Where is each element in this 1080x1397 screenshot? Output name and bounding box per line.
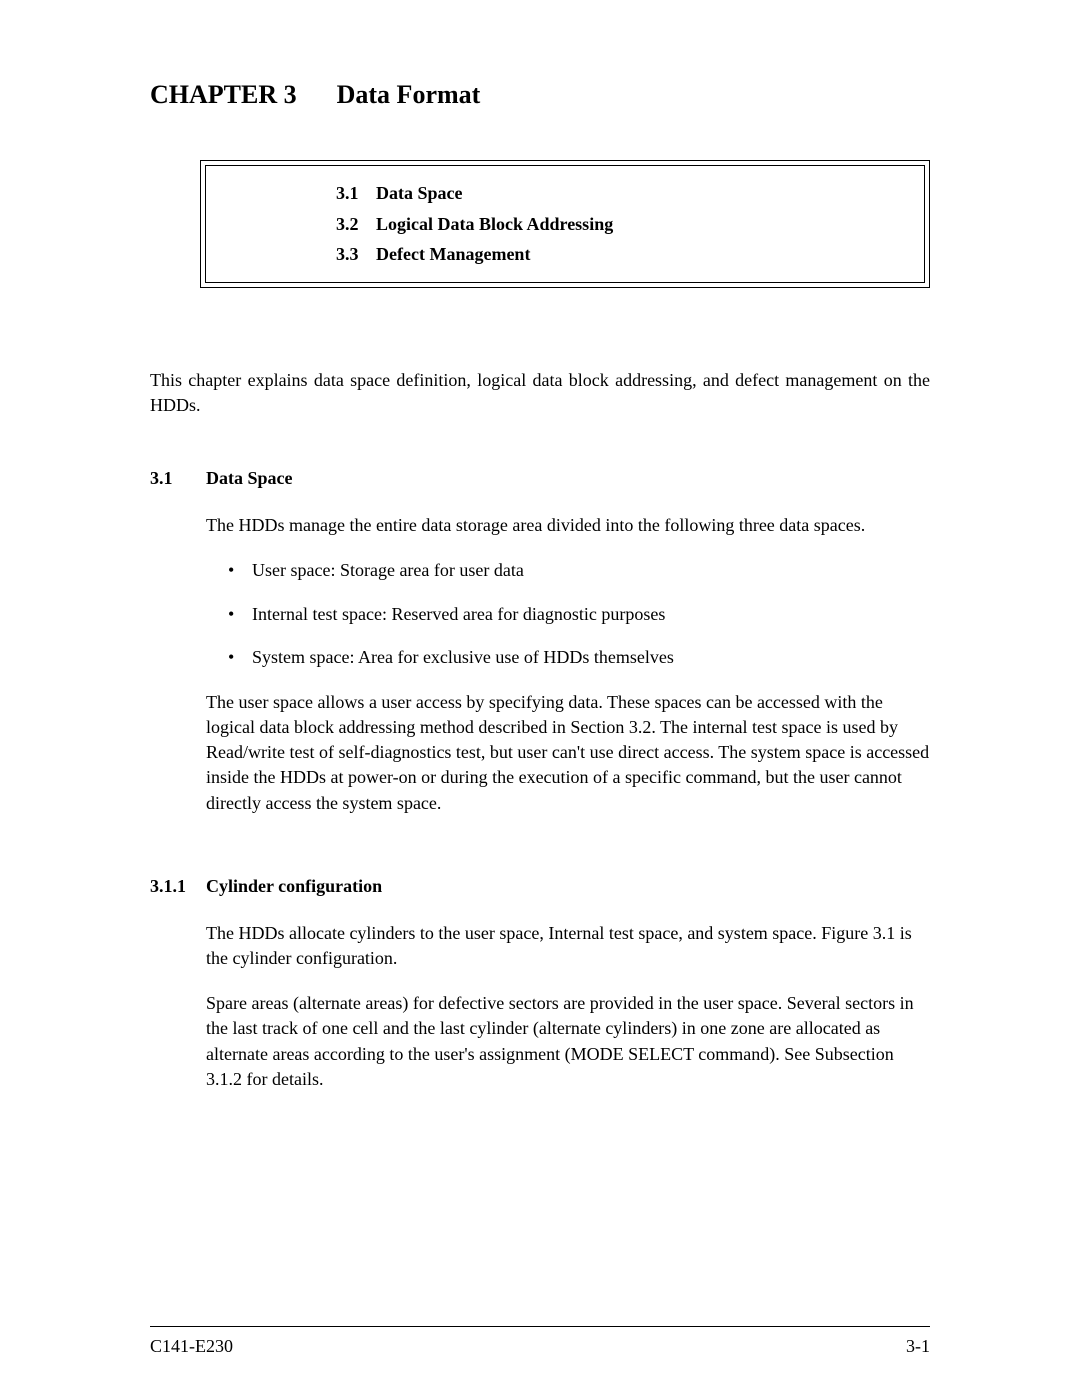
toc-title: Logical Data Block Addressing [376,214,613,234]
toc-title: Data Space [376,183,463,203]
section-heading: 3.1Data Space [150,468,930,489]
section-body: The HDDs manage the entire data storage … [206,513,930,816]
list-item: User space: Storage area for user data [228,558,930,583]
subsection-number: 3.1.1 [150,876,206,897]
subsection-heading: 3.1.1Cylinder configuration [150,876,930,897]
chapter-name: Data Format [337,80,481,109]
toc-box-inner: 3.1Data Space 3.2Logical Data Block Addr… [205,165,925,283]
body-paragraph: The user space allows a user access by s… [206,690,930,816]
toc-entry: 3.3Defect Management [336,239,904,270]
footer-right: 3-1 [906,1336,930,1357]
page-footer: C141-E230 3-1 [150,1336,930,1357]
list-item: Internal test space: Reserved area for d… [228,602,930,627]
toc-number: 3.3 [336,239,376,270]
body-paragraph: The HDDs manage the entire data storage … [206,513,930,538]
section-number: 3.1 [150,468,206,489]
bullet-list: User space: Storage area for user data I… [206,558,930,670]
toc-number: 3.2 [336,209,376,240]
subsection-title: Cylinder configuration [206,876,382,896]
section-title: Data Space [206,468,293,488]
toc-entry: 3.1Data Space [336,178,904,209]
intro-paragraph: This chapter explains data space definit… [150,368,930,418]
toc-box-outer: 3.1Data Space 3.2Logical Data Block Addr… [200,160,930,288]
document-page: CHAPTER 3Data Format 3.1Data Space 3.2Lo… [0,0,1080,1397]
body-paragraph: The HDDs allocate cylinders to the user … [206,921,930,971]
subsection-body: The HDDs allocate cylinders to the user … [206,921,930,1092]
toc-entry: 3.2Logical Data Block Addressing [336,209,904,240]
list-item: System space: Area for exclusive use of … [228,645,930,670]
footer-rule [150,1326,930,1327]
body-paragraph: Spare areas (alternate areas) for defect… [206,991,930,1092]
toc-number: 3.1 [336,178,376,209]
chapter-number: CHAPTER 3 [150,80,297,110]
chapter-title: CHAPTER 3 Data Format [150,80,930,110]
toc-title: Defect Management [376,244,530,264]
footer-left: C141-E230 [150,1336,233,1357]
